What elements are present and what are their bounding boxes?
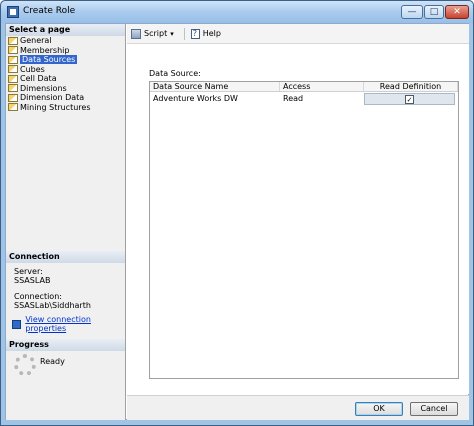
toolbar: Script ▾ Help [127, 24, 469, 44]
dialog-client-area: Select a page General Membership Data So… [5, 23, 469, 420]
cell-data-source-name: Adventure Works DW [153, 94, 238, 103]
connection-value: SSASLab\Siddharth [14, 301, 91, 310]
server-value: SSASLAB [14, 276, 51, 285]
minimize-button[interactable]: — [401, 5, 423, 19]
page-item-membership[interactable]: Membership [8, 46, 124, 56]
toolbar-divider [183, 27, 185, 40]
view-connection-properties-row[interactable]: View connection properties [12, 315, 125, 333]
view-connection-properties-link[interactable]: View connection properties [25, 315, 125, 333]
cell-read-definition: ✓ [364, 93, 455, 105]
help-label: Help [202, 29, 221, 38]
page-item-label: Data Sources [20, 55, 78, 65]
column-header-access[interactable]: Access [280, 82, 364, 91]
create-role-window: Create Role — □ ✕ Select a page General … [0, 0, 474, 426]
page-item-label: Cubes [20, 64, 45, 74]
data-source-table: Data Source Name Access Read Definition … [149, 81, 459, 379]
page-item-general[interactable]: General [8, 36, 124, 46]
page-item-label: Dimensions [20, 83, 67, 93]
page-item-label: Membership [20, 45, 70, 55]
window-title: Create Role [23, 6, 76, 16]
page-item-label: General [20, 36, 52, 46]
page-icon [8, 103, 18, 112]
column-header-name[interactable]: Data Source Name [150, 82, 280, 91]
page-item-label: Cell Data [20, 74, 57, 84]
page-item-cell-data[interactable]: Cell Data [8, 74, 124, 84]
app-icon [7, 6, 19, 18]
table-row[interactable]: Adventure Works DW Read ✓ [150, 93, 458, 105]
page-list: General Membership Data Sources Cubes Ce… [8, 36, 124, 112]
page-item-label: Dimension Data [20, 93, 85, 103]
script-icon [131, 28, 141, 39]
connection-header: Connection [6, 251, 125, 263]
page-item-data-sources[interactable]: Data Sources [8, 55, 124, 65]
left-pane: Select a page General Membership Data So… [6, 24, 126, 420]
page-icon [8, 36, 18, 45]
properties-icon [12, 319, 22, 329]
close-button[interactable]: ✕ [445, 5, 469, 19]
server-label: Server: [14, 267, 43, 276]
progress-status: Ready [40, 357, 65, 366]
script-label: Script [144, 29, 168, 38]
help-icon [190, 28, 200, 39]
read-definition-checkbox[interactable]: ✓ [405, 94, 414, 104]
maximize-button[interactable]: □ [424, 5, 444, 19]
title-bar[interactable]: Create Role — □ ✕ [1, 1, 473, 23]
page-icon [8, 55, 18, 64]
page-icon [8, 46, 18, 55]
column-header-read-definition[interactable]: Read Definition [364, 82, 458, 91]
data-source-label: Data Source: [149, 69, 201, 78]
page-item-dimension-data[interactable]: Dimension Data [8, 93, 124, 103]
page-icon [8, 93, 18, 102]
ok-button[interactable]: OK [355, 402, 403, 416]
page-icon [8, 84, 18, 93]
connection-label: Connection: [14, 292, 62, 301]
select-page-header: Select a page [6, 24, 125, 36]
page-item-label: Mining Structures [20, 102, 91, 112]
progress-header: Progress [6, 339, 125, 351]
progress-spinner-icon [14, 354, 36, 376]
page-icon [8, 74, 18, 83]
page-item-dimensions[interactable]: Dimensions [8, 84, 124, 94]
page-icon [8, 65, 18, 74]
cell-access[interactable]: Read [280, 93, 364, 105]
cancel-button[interactable]: Cancel [410, 402, 458, 416]
page-item-cubes[interactable]: Cubes [8, 65, 124, 75]
chevron-down-icon[interactable]: ▾ [170, 30, 174, 38]
page-item-mining-structures[interactable]: Mining Structures [8, 103, 124, 113]
dialog-footer: OK Cancel [127, 395, 469, 420]
help-button[interactable]: Help [190, 28, 221, 39]
script-button[interactable]: Script ▾ [131, 28, 178, 39]
main-pane: Script ▾ Help Data Source: Data Source N… [127, 24, 469, 394]
table-header: Data Source Name Access Read Definition [150, 82, 458, 92]
